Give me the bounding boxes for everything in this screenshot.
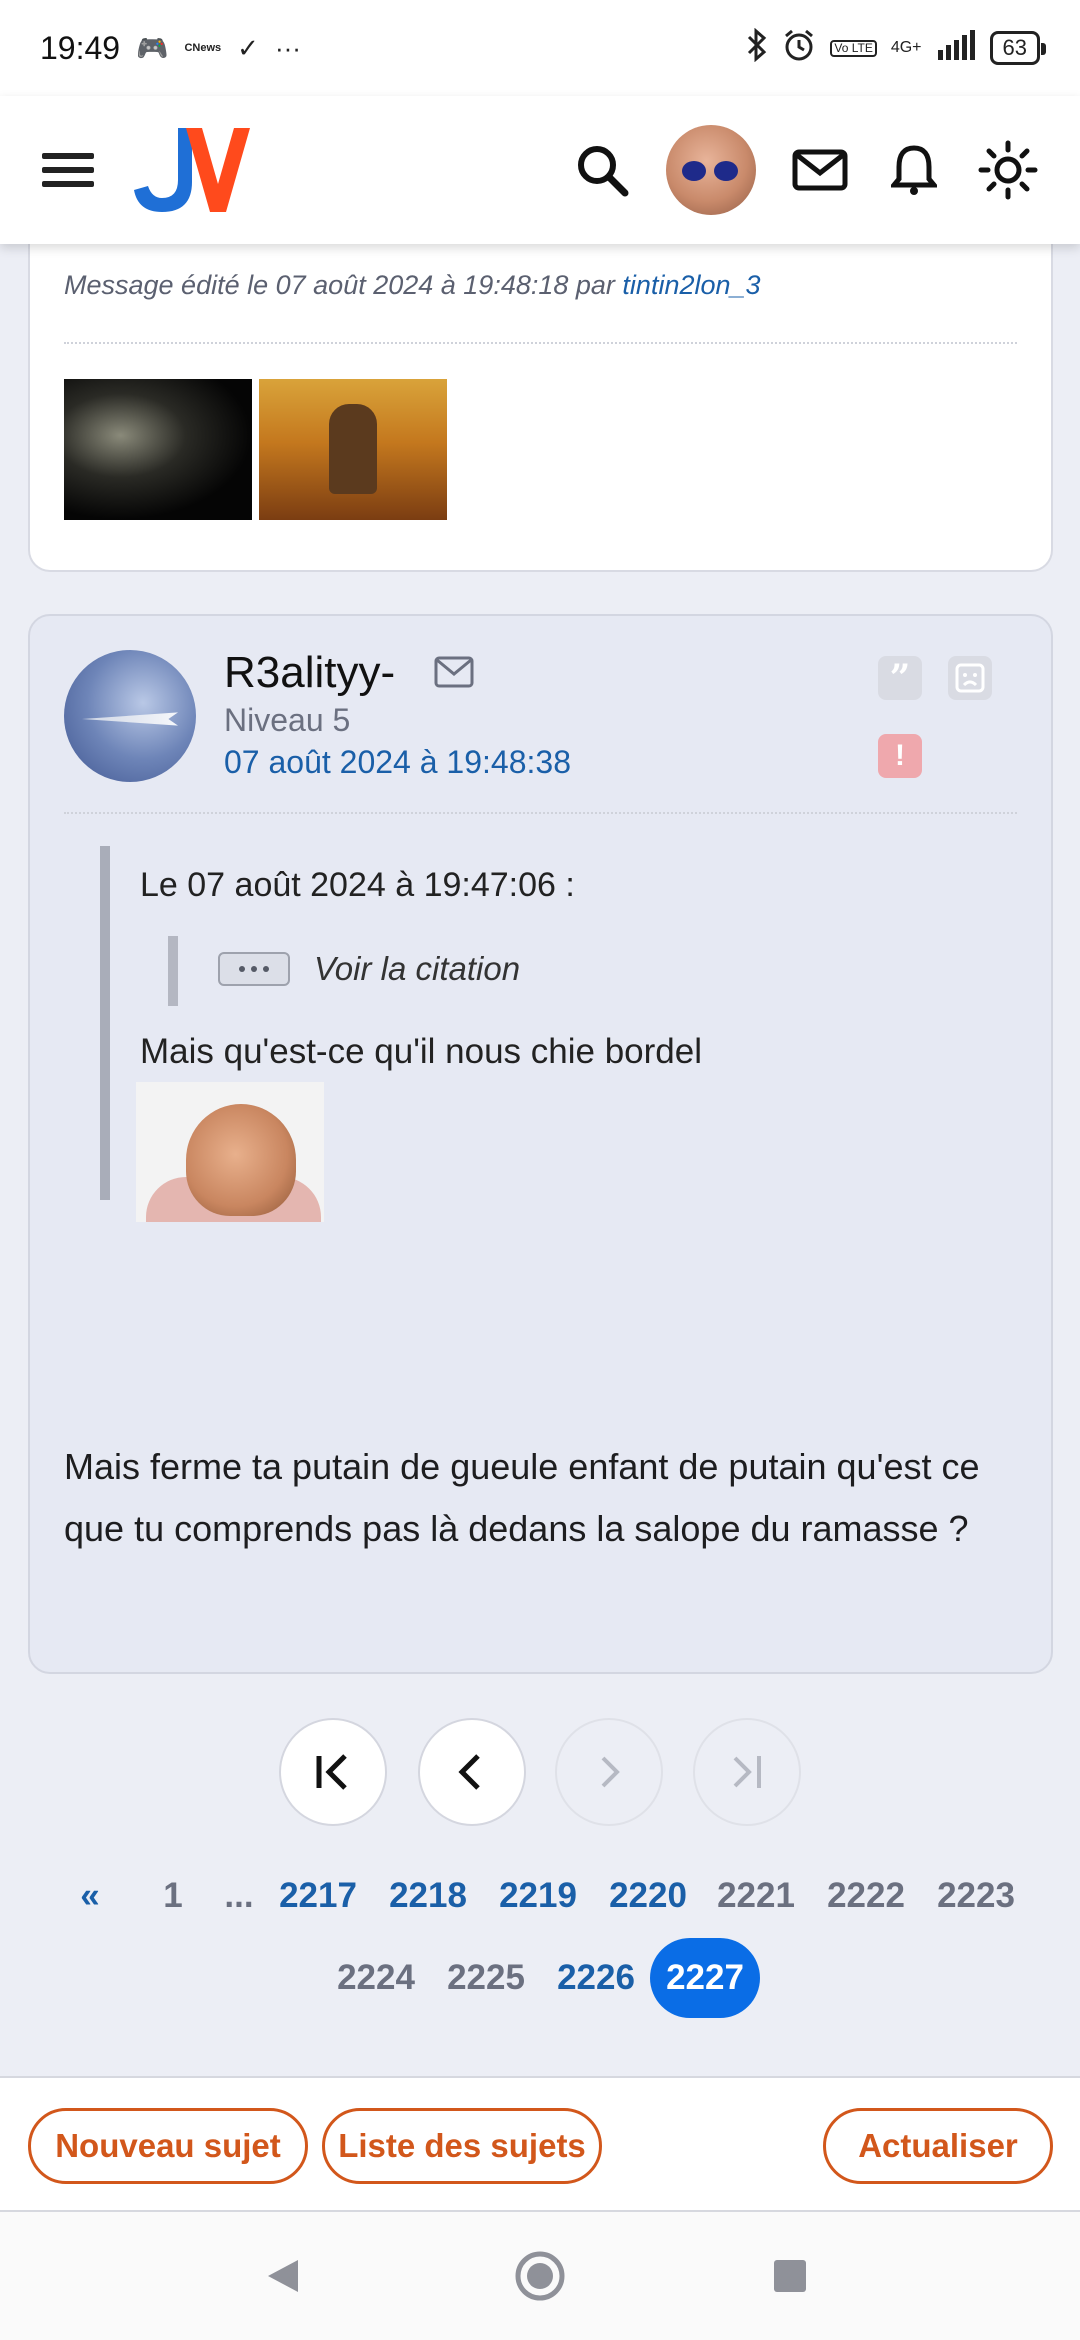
previous-page-button[interactable] — [418, 1718, 526, 1826]
page-link[interactable]: 2225 — [447, 1958, 525, 1998]
post-card: R3alityy- Niveau 5 07 août 2024 à 19:48:… — [28, 614, 1053, 1674]
page-link[interactable]: 2217 — [279, 1876, 357, 1916]
pagination-prev-all[interactable]: « — [80, 1876, 99, 1916]
quote-text: Mais qu'est-ce qu'il nous chie bordel — [140, 1032, 702, 1071]
expand-quote-button[interactable] — [218, 952, 290, 986]
private-message-icon[interactable] — [434, 656, 474, 696]
quote-icon[interactable]: ” — [878, 656, 922, 700]
back-triangle-icon[interactable] — [262, 2256, 302, 2301]
cnews-notification-icon: CNews — [184, 42, 222, 54]
post-date[interactable]: 07 août 2024 à 19:48:38 — [224, 744, 571, 781]
page-link[interactable]: 2219 — [499, 1876, 577, 1916]
current-page: 2227 — [650, 1938, 760, 2018]
quote-header: Le 07 août 2024 à 19:47:06 : — [140, 866, 575, 904]
nested-quote: Voir la citation — [168, 936, 568, 1006]
page-link[interactable]: 2222 — [827, 1876, 905, 1916]
topic-actions-bar: Nouveau sujet Liste des sujets Actualise… — [0, 2076, 1080, 2212]
page-link[interactable]: 2223 — [937, 1876, 1015, 1916]
checkmark-icon: ✓ — [237, 32, 259, 63]
header-actions — [572, 125, 1038, 215]
page-link[interactable]: 2224 — [337, 1958, 415, 1998]
quote-block: Le 07 août 2024 à 19:47:06 : Voir la cit… — [100, 846, 1000, 1222]
bluetooth-icon — [746, 27, 768, 69]
next-page-button[interactable] — [555, 1718, 663, 1826]
search-icon[interactable] — [572, 140, 632, 200]
previous-post-card: Message édité le 07 août 2024 à 19:48:18… — [28, 200, 1053, 572]
signature-image-throne[interactable] — [259, 379, 447, 520]
mail-icon[interactable] — [790, 140, 850, 200]
battery-indicator: 63 — [989, 31, 1047, 65]
page-link[interactable]: 2220 — [609, 1876, 687, 1916]
report-alert-icon[interactable]: ! — [878, 734, 922, 778]
status-right: Vo LTE 4G+ 63 — [746, 27, 1047, 69]
network-type: 4G+ — [890, 39, 922, 56]
author-avatar[interactable] — [64, 650, 196, 782]
more-dots-icon: ··· — [274, 32, 301, 63]
last-page-button[interactable] — [693, 1718, 801, 1826]
status-bar: 19:49 🎮 CNews ✓ ··· Vo LTE 4G+ 63 — [0, 0, 1080, 96]
page-link[interactable]: 2226 — [557, 1958, 635, 1998]
app-header — [0, 96, 1080, 244]
theme-toggle-sun-icon[interactable] — [978, 140, 1038, 200]
edit-author-link[interactable]: tintin2lon_3 — [622, 270, 760, 300]
user-avatar[interactable] — [666, 125, 756, 215]
author-level: Niveau 5 — [224, 702, 351, 738]
signature-divider — [64, 342, 1017, 344]
menu-icon[interactable] — [42, 153, 94, 187]
first-page-button[interactable] — [279, 1718, 387, 1826]
status-left: 19:49 🎮 CNews ✓ ··· — [40, 30, 301, 67]
refresh-button[interactable]: Actualiser — [823, 2108, 1053, 2184]
status-time: 19:49 — [40, 29, 121, 66]
page-link[interactable]: 2221 — [717, 1876, 795, 1916]
page-link[interactable]: 1 — [163, 1876, 182, 1916]
page-link[interactable]: 2218 — [389, 1876, 467, 1916]
system-navigation-bar — [0, 2212, 1080, 2340]
notification-bell-icon[interactable] — [884, 140, 944, 200]
signal-icon — [936, 29, 976, 67]
pagination-ellipsis: ... — [224, 1876, 254, 1915]
see-quote-link[interactable]: Voir la citation — [314, 950, 520, 988]
quote-sticker-image[interactable] — [136, 1082, 324, 1222]
edit-note: Message édité le 07 août 2024 à 19:48:18… — [64, 270, 761, 301]
jv-logo[interactable] — [132, 120, 252, 220]
new-topic-button[interactable]: Nouveau sujet — [28, 2108, 308, 2184]
topic-list-button[interactable]: Liste des sujets — [322, 2108, 602, 2184]
recents-square-icon[interactable] — [772, 2258, 808, 2299]
home-circle-icon[interactable] — [514, 2250, 566, 2307]
signature-image-spaceship[interactable] — [64, 379, 252, 520]
post-body: Mais ferme ta putain de gueule enfant de… — [64, 1446, 980, 1549]
post-author[interactable]: R3alityy- — [224, 648, 395, 698]
game-controller-icon: 🎮 — [136, 32, 169, 63]
volte-icon: Vo LTE — [830, 39, 877, 57]
alarm-icon — [782, 28, 816, 69]
post-header-divider — [64, 812, 1017, 814]
blacklist-sad-face-icon[interactable] — [948, 656, 992, 700]
edit-note-text: Message édité le 07 août 2024 à 19:48:18… — [64, 270, 623, 300]
